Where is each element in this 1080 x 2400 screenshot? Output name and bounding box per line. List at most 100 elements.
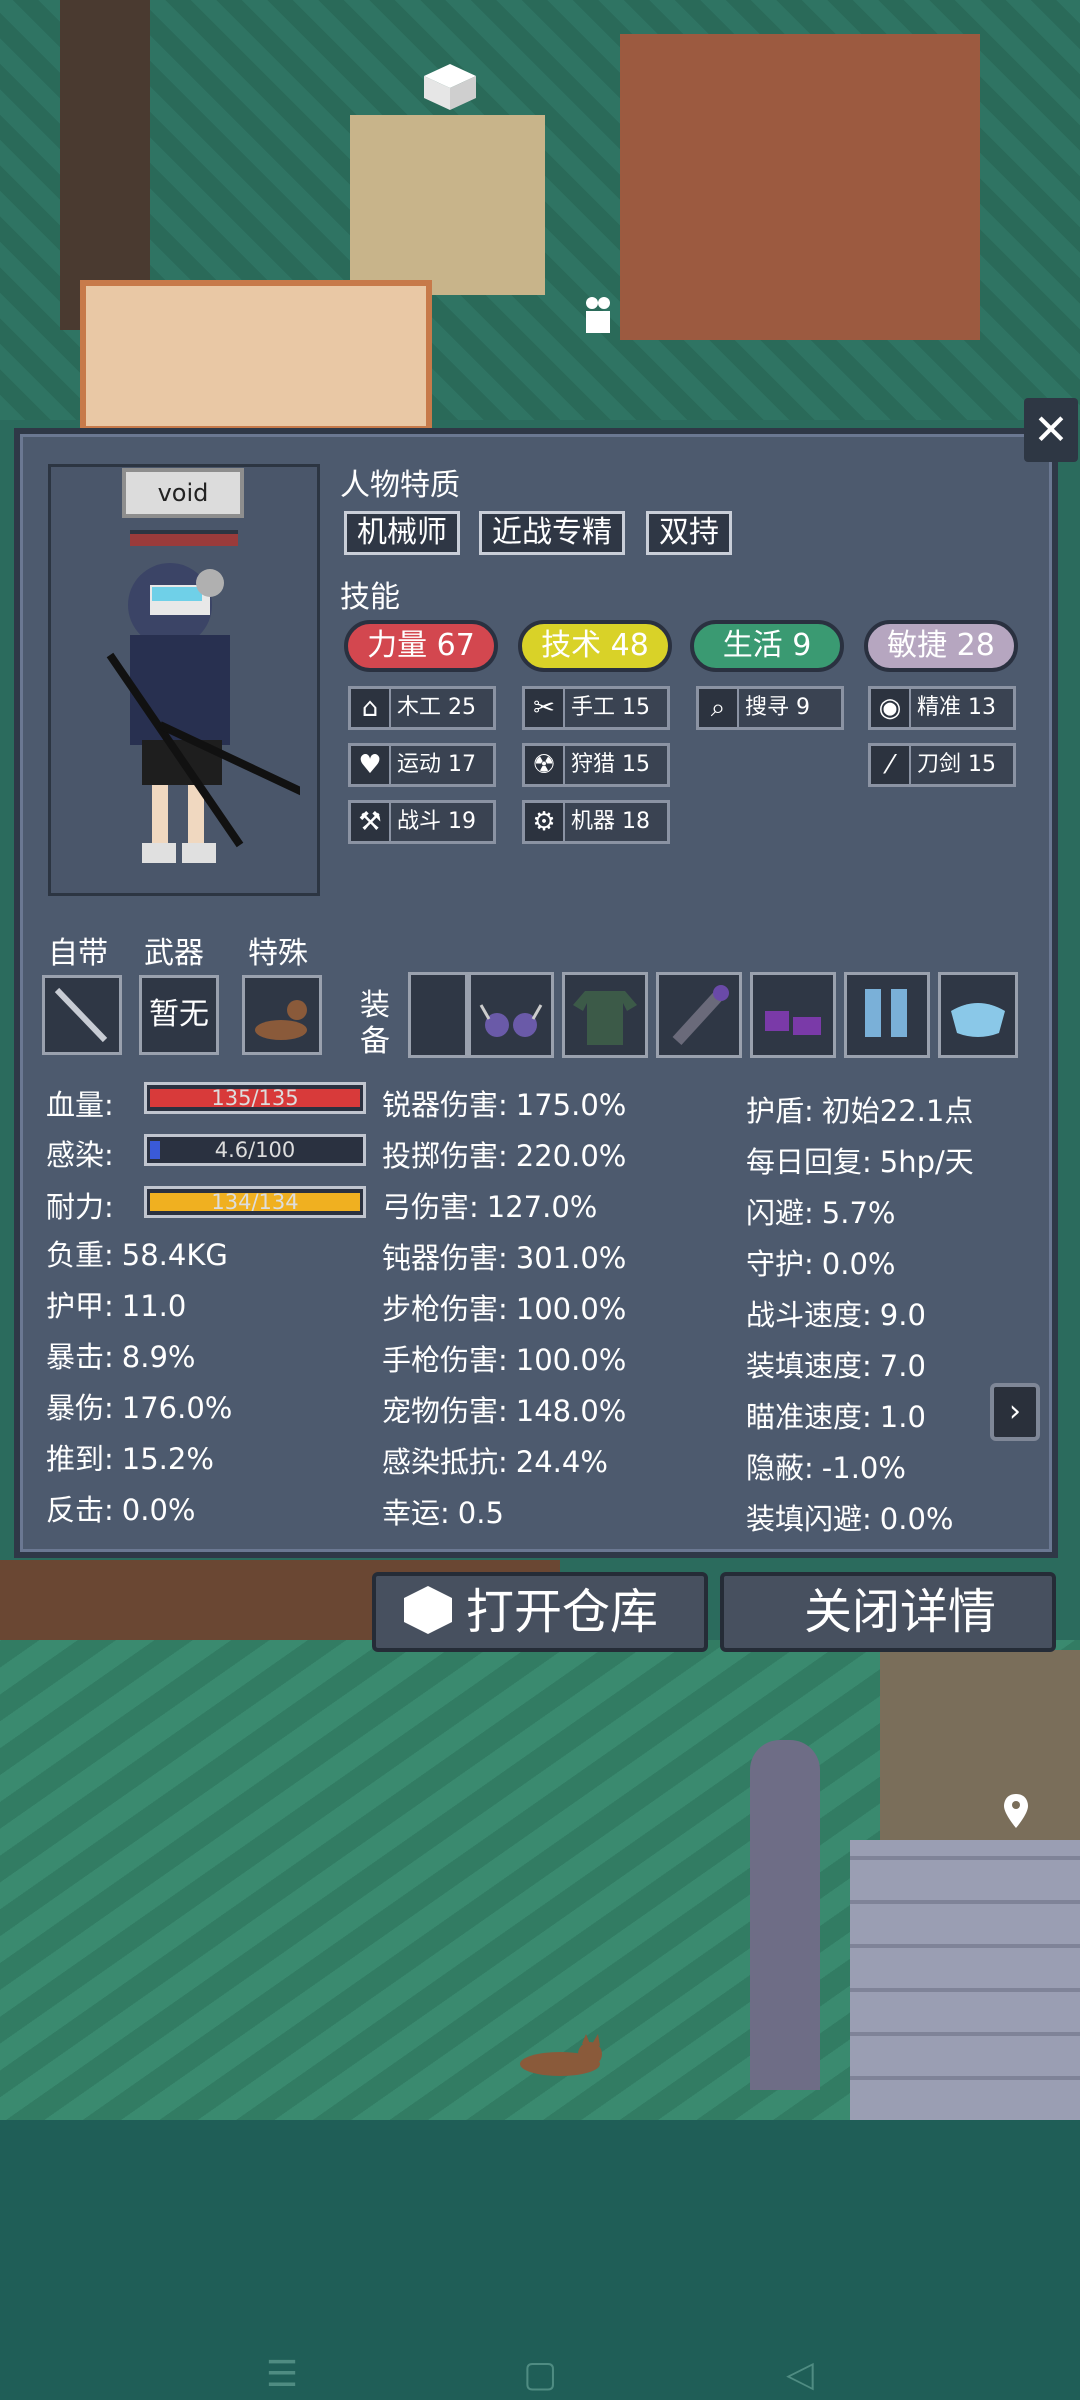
- stat-strength[interactable]: 力量 67: [344, 620, 498, 672]
- skill-machinery[interactable]: ⚙ 机器 18: [522, 800, 670, 844]
- stat-technique[interactable]: 技术 48: [518, 620, 672, 672]
- attribute-label: 守护:: [746, 1247, 814, 1281]
- attribute-value: 5.7%: [821, 1196, 896, 1230]
- close-details-button[interactable]: 关闭详情: [720, 1572, 1056, 1652]
- attribute-row: 暴伤: 176.0%: [46, 1385, 232, 1427]
- back-nav-icon[interactable]: ◁: [780, 2355, 820, 2395]
- equipment-slot[interactable]: [408, 972, 468, 1058]
- weapon-slot[interactable]: 暂无: [139, 975, 219, 1055]
- attribute-row: 锐器伤害: 175.0%: [382, 1082, 626, 1124]
- attribute-value: 1.0: [879, 1400, 926, 1434]
- tent: [620, 34, 980, 340]
- attribute-label: 瞄准速度:: [746, 1400, 872, 1434]
- close-icon[interactable]: ✕: [1024, 398, 1078, 462]
- attribute-label: 手枪伤害:: [382, 1343, 508, 1377]
- open-storage-button[interactable]: 打开仓库: [372, 1572, 708, 1652]
- skill-handcraft[interactable]: ✂ 手工 15: [522, 686, 670, 730]
- skill-search[interactable]: ⌕ 搜寻 9: [696, 686, 844, 730]
- attribute-value: 100.0%: [515, 1292, 627, 1326]
- attribute-value: 24.4%: [515, 1445, 608, 1479]
- attribute-row: 隐蔽: -1.0%: [746, 1445, 906, 1487]
- attribute-label: 护甲:: [46, 1289, 114, 1323]
- equipment-slot[interactable]: [468, 972, 554, 1058]
- mask-icon: [951, 1003, 1005, 1037]
- attribute-label: 暴击:: [46, 1340, 114, 1374]
- skill-blade[interactable]: ⁄ 刀剑 15: [868, 743, 1016, 787]
- bed: [80, 280, 432, 432]
- special-label: 特殊: [248, 936, 308, 971]
- magnifier-icon: ⌕: [699, 689, 739, 727]
- stat-agility[interactable]: 敏捷 28: [864, 620, 1018, 672]
- stone-stairs: [850, 1840, 1080, 2120]
- storage-crate[interactable]: [350, 115, 545, 295]
- attribute-row: 钝器伤害: 301.0%: [382, 1235, 626, 1277]
- attribute-label: 幸运:: [382, 1496, 450, 1530]
- attribute-row: 感染抵抗: 24.4%: [382, 1439, 608, 1481]
- cat-pet[interactable]: [510, 2030, 610, 2080]
- skill-sports[interactable]: ♥ 运动 17: [348, 743, 496, 787]
- equipment-slot[interactable]: [938, 972, 1018, 1058]
- infection-label: 感染:: [46, 1138, 114, 1172]
- cube-icon: [424, 64, 476, 110]
- attribute-value: 148.0%: [515, 1394, 627, 1428]
- stone-wall: [880, 1650, 1080, 1840]
- attribute-label: 宠物伤害:: [382, 1394, 508, 1428]
- shoes-icon: [765, 1011, 821, 1035]
- attribute-label: 推到:: [46, 1442, 114, 1476]
- attribute-label: 锐器伤害:: [382, 1088, 508, 1122]
- skill-hunting[interactable]: ☢ 狩猎 15: [522, 743, 670, 787]
- stamina-bar: 134/134: [144, 1186, 366, 1218]
- attribute-value: 0.0%: [821, 1247, 896, 1281]
- attribute-label: 钝器伤害:: [382, 1241, 508, 1275]
- next-page-arrow-icon[interactable]: ›: [990, 1383, 1040, 1441]
- infection-bar: 4.6/100: [144, 1134, 366, 1166]
- infection-value: 4.6/100: [214, 1138, 296, 1162]
- box-icon: [404, 1586, 452, 1634]
- house-icon: ⌂: [351, 689, 391, 727]
- attribute-label: 感染抵抗:: [382, 1445, 508, 1479]
- attribute-row: 手枪伤害: 100.0%: [382, 1337, 626, 1379]
- eye-icon: ◉: [871, 689, 911, 727]
- special-slot[interactable]: [242, 975, 322, 1055]
- blade-icon: [54, 987, 108, 1043]
- attribute-value: 15.2%: [121, 1442, 214, 1476]
- skill-combat[interactable]: ⚒ 战斗 19: [348, 800, 496, 844]
- menu-nav-icon[interactable]: ☰: [262, 2355, 302, 2395]
- equipment-slot[interactable]: [844, 972, 930, 1058]
- skill-carpentry[interactable]: ⌂ 木工 25: [348, 686, 496, 730]
- attribute-value: 初始22.1点: [821, 1094, 974, 1128]
- attribute-row: 护盾: 初始22.1点: [746, 1088, 973, 1130]
- trait-chip[interactable]: 双持: [646, 511, 732, 555]
- stat-life[interactable]: 生活 9: [690, 620, 844, 672]
- attribute-label: 负重:: [46, 1238, 114, 1272]
- attribute-row: 反击: 0.0%: [46, 1487, 195, 1529]
- attribute-row: 闪避: 5.7%: [746, 1190, 895, 1232]
- stone-pillar: [750, 1740, 820, 2090]
- traits-title: 人物特质: [340, 468, 460, 503]
- builtin-weapon-slot[interactable]: [42, 975, 122, 1055]
- attribute-label: 暴伤:: [46, 1391, 114, 1425]
- axe-icon: ⚒: [351, 803, 391, 841]
- trait-chip[interactable]: 机械师: [344, 511, 460, 555]
- attribute-value: 9.0: [879, 1298, 926, 1332]
- attribute-value: 301.0%: [515, 1241, 627, 1275]
- hp-value: 135/135: [211, 1086, 299, 1110]
- attribute-value: 5hp/天: [879, 1145, 974, 1179]
- attribute-row: 步枪伤害: 100.0%: [382, 1286, 626, 1328]
- attribute-row: 投掷伤害: 220.0%: [382, 1133, 626, 1175]
- attribute-label: 装填闪避:: [746, 1502, 872, 1536]
- equipment-slot[interactable]: [562, 972, 648, 1058]
- scissors-icon: ✂: [525, 689, 565, 727]
- attribute-value: 175.0%: [515, 1088, 627, 1122]
- home-nav-icon[interactable]: ▢: [520, 2355, 560, 2395]
- attribute-row: 负重: 58.4KG: [46, 1232, 228, 1274]
- trait-chip[interactable]: 近战专精: [479, 511, 625, 555]
- equipment-slot[interactable]: [750, 972, 836, 1058]
- attribute-row: 暴击: 8.9%: [46, 1334, 195, 1376]
- skill-precision[interactable]: ◉ 精准 13: [868, 686, 1016, 730]
- builtin-label: 自带: [48, 936, 108, 971]
- attribute-row: 幸运: 0.5: [382, 1490, 504, 1532]
- attribute-value: 0.5: [457, 1496, 504, 1530]
- attribute-value: 176.0%: [121, 1391, 233, 1425]
- equipment-slot[interactable]: [656, 972, 742, 1058]
